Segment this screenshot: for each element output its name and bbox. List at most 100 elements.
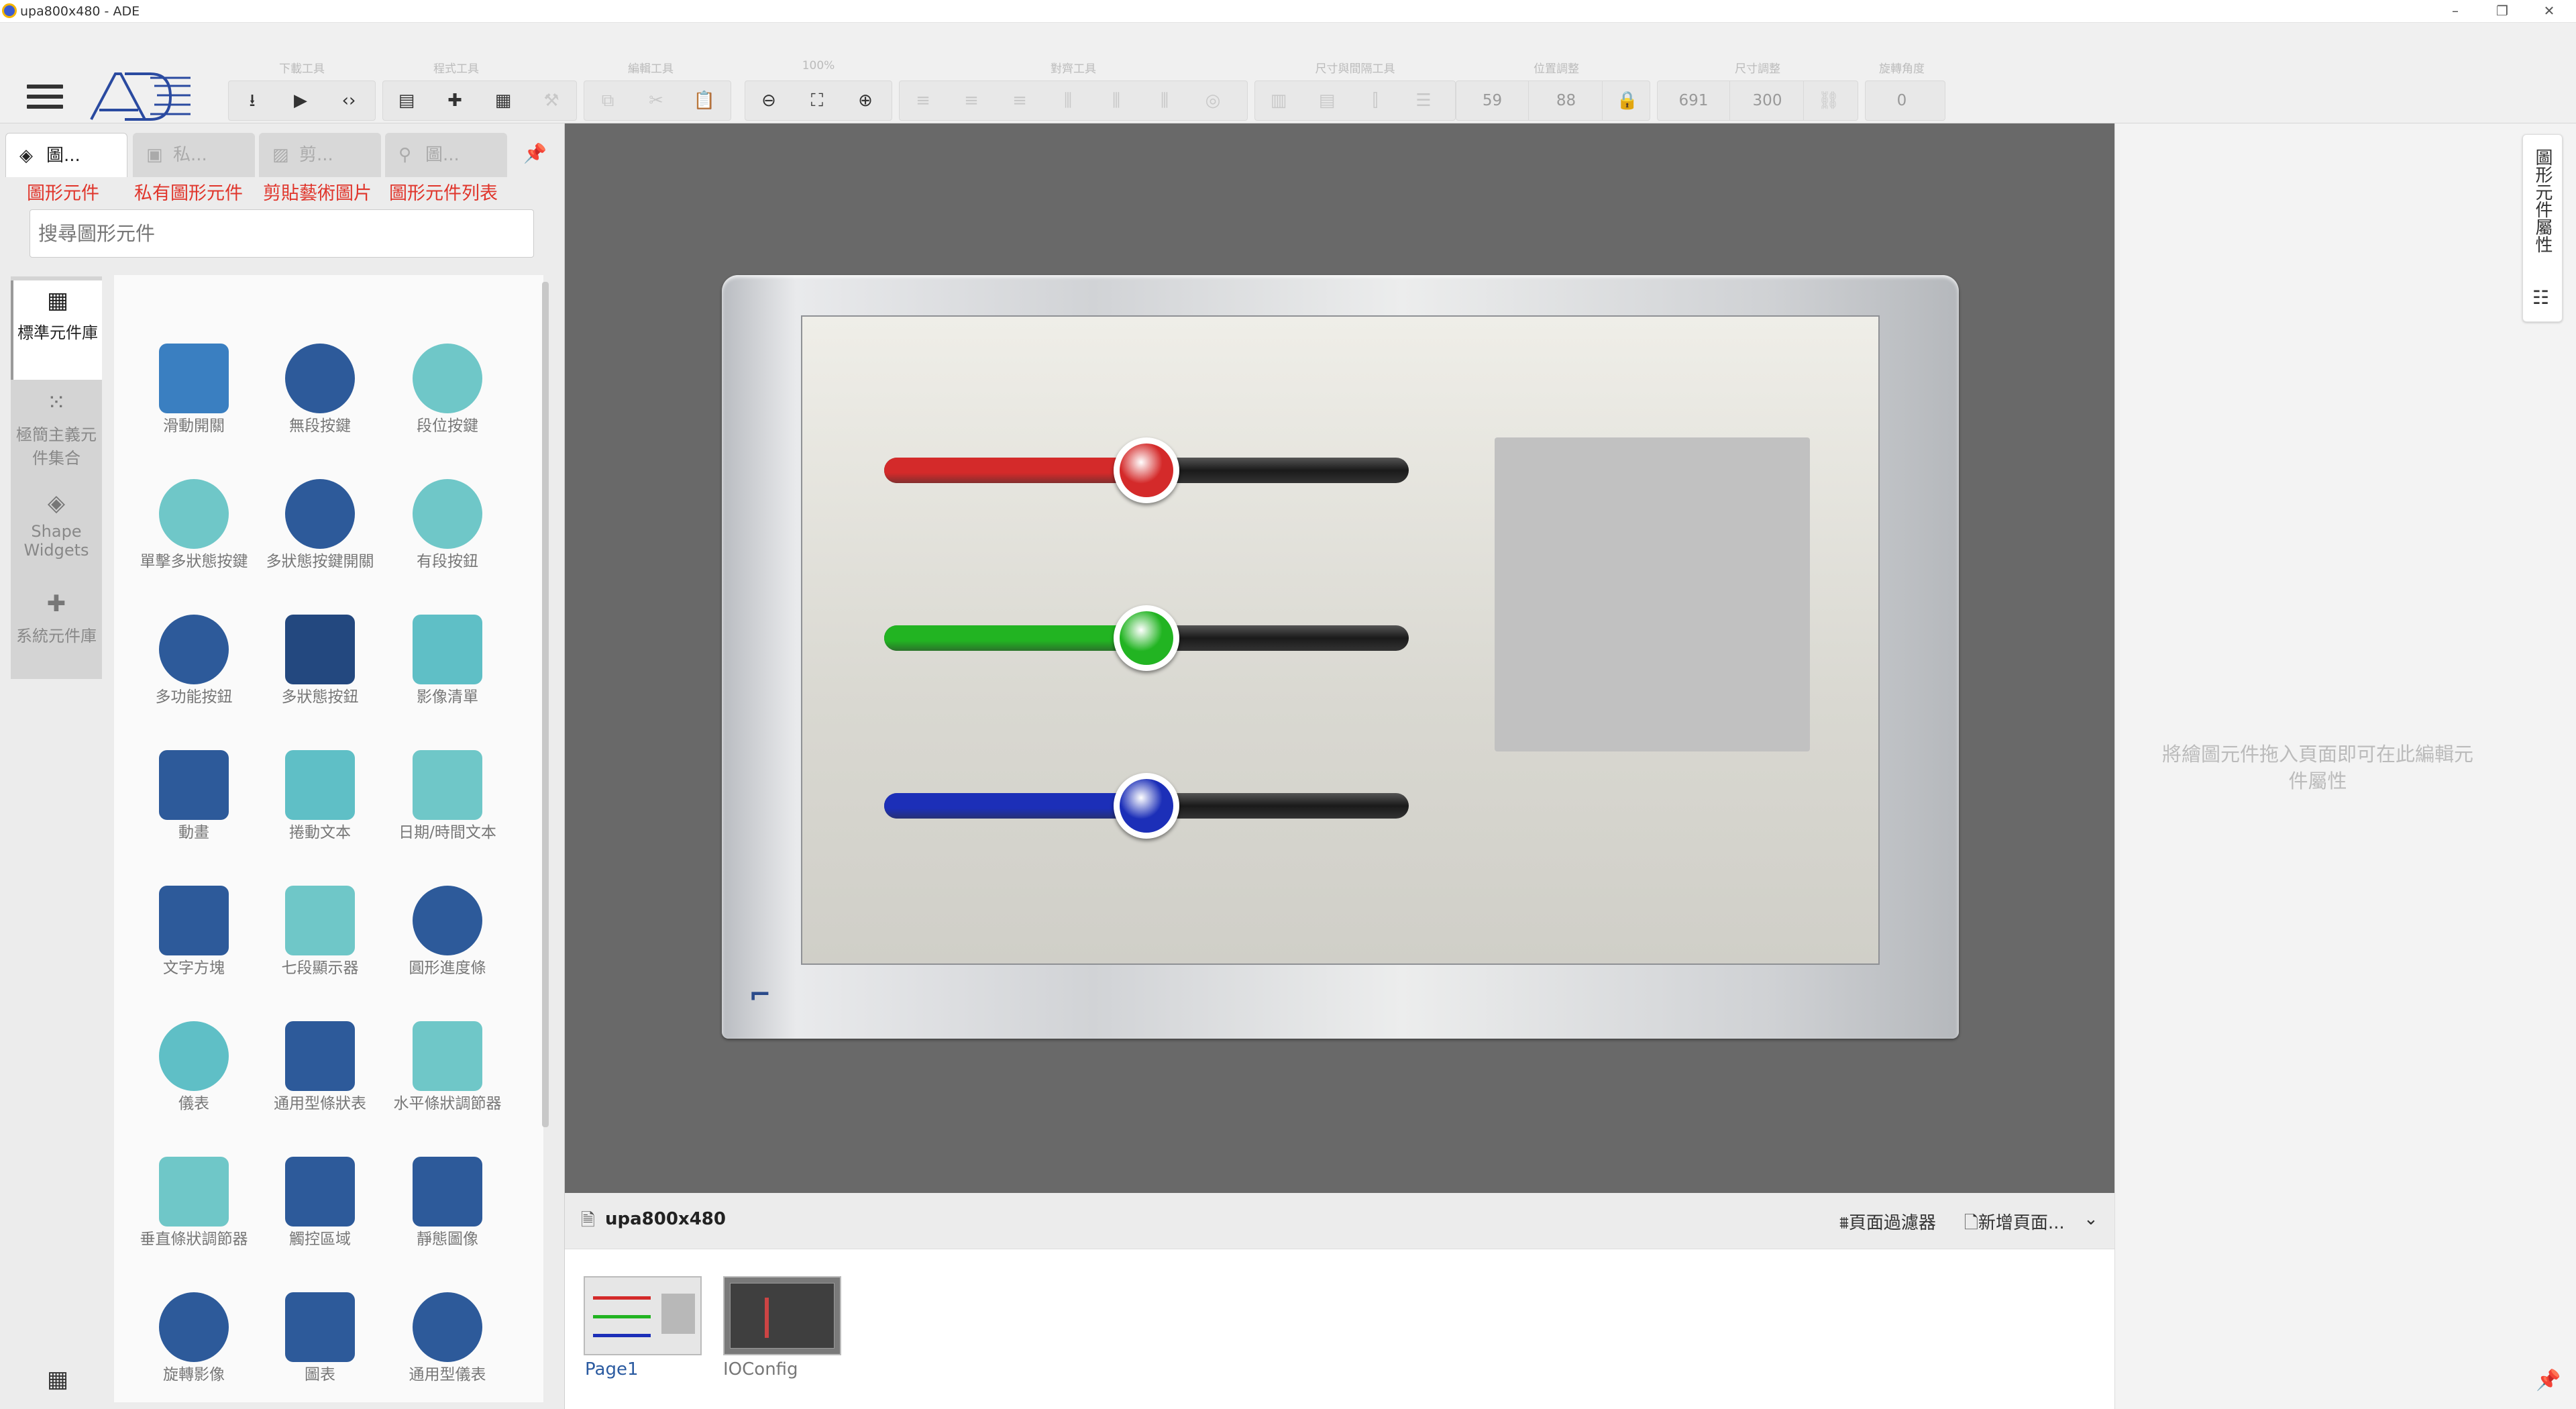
grid-view-icon[interactable]: ▦ xyxy=(47,1366,68,1393)
widget-label: 圓形進度條 xyxy=(409,959,486,977)
widget-tile[interactable]: 無段按鍵 xyxy=(263,344,377,435)
slider-knob[interactable] xyxy=(1114,437,1179,503)
position-y-field[interactable]: 88 xyxy=(1530,81,1603,120)
widget-tile[interactable]: 通用型儀表 xyxy=(390,1292,504,1384)
zoom-tools-group: ⊖ ⛶ ⊕ xyxy=(745,81,892,121)
close-button[interactable]: ✕ xyxy=(2529,0,2569,23)
menu-button[interactable] xyxy=(27,85,63,109)
tab-caption-widgets: 圖形元件 xyxy=(27,183,99,204)
zoom-in-icon[interactable]: ⊕ xyxy=(842,81,889,120)
restore-button[interactable]: ❐ xyxy=(2482,0,2522,23)
align-center-icon[interactable]: ≡ xyxy=(948,81,995,120)
widgets-icon[interactable]: ▦ xyxy=(480,81,527,120)
tab-widgets[interactable]: ◈ 圖... xyxy=(5,133,127,177)
widget-tile[interactable]: 圖表 xyxy=(263,1292,377,1384)
widget-tile[interactable]: 有段按鈕 xyxy=(390,479,504,571)
widget-tile[interactable]: 圓形進度條 xyxy=(390,886,504,978)
widget-scrollbar[interactable] xyxy=(542,282,549,1127)
vertical-spacing-icon[interactable]: ☰ xyxy=(1400,81,1447,120)
copy-icon[interactable]: ⧉ xyxy=(584,81,631,120)
align-middle-icon[interactable]: ⫼ xyxy=(1093,81,1140,120)
paste-icon[interactable]: 📋 xyxy=(681,81,728,120)
widget-label: 七段顯示器 xyxy=(281,959,359,977)
category-standard-library[interactable]: ▦ 標準元件庫 xyxy=(11,280,102,380)
tab-widget-list[interactable]: ⚲ 圖... xyxy=(385,133,507,177)
page-label-page1[interactable]: Page1 xyxy=(585,1359,639,1379)
widget-tile[interactable]: 儀表 xyxy=(137,1021,251,1113)
slider-knob[interactable] xyxy=(1114,773,1179,839)
category-system-library[interactable]: ✚ 系統元件庫 xyxy=(11,584,102,683)
minimize-button[interactable]: – xyxy=(2435,0,2475,23)
download-tools-label: 下載工具 xyxy=(279,62,325,76)
rotate-image-icon xyxy=(159,1292,229,1362)
same-width-icon[interactable]: ▥ xyxy=(1255,81,1302,120)
bottom-pin-icon[interactable]: 📌 xyxy=(2536,1369,2561,1392)
page-thumbnail-page1[interactable] xyxy=(584,1276,702,1355)
rotation-field[interactable]: 0 xyxy=(1866,81,1938,120)
widget-tile[interactable]: 多狀態按鍵開關 xyxy=(263,479,377,571)
widget-tile[interactable]: 靜態圖像 xyxy=(390,1157,504,1249)
pin-icon[interactable]: 📌 xyxy=(523,142,547,164)
category-shape-widgets[interactable]: ◈ Shape Widgets xyxy=(11,483,102,582)
lock-position-icon[interactable]: 🔒 xyxy=(1604,81,1651,120)
tab-private-widgets[interactable]: ▣ 私... xyxy=(133,133,255,177)
puzzle-icon: ✚ xyxy=(46,590,66,617)
widget-tile[interactable]: 影像清單 xyxy=(390,615,504,707)
align-right-icon[interactable]: ≡ xyxy=(996,81,1043,120)
align-top-icon[interactable]: ⫼ xyxy=(1044,81,1091,120)
link-size-icon[interactable]: ⛓ xyxy=(1805,81,1852,120)
widget-tile[interactable]: 捲動文本 xyxy=(263,750,377,842)
widget-tile[interactable]: 旋轉影像 xyxy=(137,1292,251,1384)
new-page-button[interactable]: 🗋新增頁面... xyxy=(1964,1209,2065,1240)
category-minimalist[interactable]: ⁙ 極簡主義元件集合 xyxy=(11,382,102,482)
app-logo-icon xyxy=(2,3,17,18)
widget-tile[interactable]: 段位按鍵 xyxy=(390,344,504,435)
size-width-field[interactable]: 691 xyxy=(1658,81,1730,120)
page-filter-button[interactable]: ⩩頁面過濾器 xyxy=(1839,1209,1936,1234)
widget-tile[interactable]: 滑動開關 xyxy=(137,344,251,435)
fit-screen-icon[interactable]: ⛶ xyxy=(794,81,841,120)
tab-clipart[interactable]: ▨ 剪... xyxy=(259,133,381,177)
page-label-ioconfig[interactable]: IOConfig xyxy=(723,1359,798,1379)
step-button-icon xyxy=(413,344,482,413)
widget-tile[interactable]: 多狀態按鈕 xyxy=(263,615,377,707)
widget-tile[interactable]: 文字方塊 xyxy=(137,886,251,978)
cut-icon[interactable]: ✂ xyxy=(633,81,680,120)
horizontal-spacing-icon[interactable]: ⫿ xyxy=(1352,81,1399,120)
align-bottom-icon[interactable]: ⫼ xyxy=(1141,81,1188,120)
widget-label: 通用型條狀表 xyxy=(274,1095,366,1112)
align-left-icon[interactable]: ≡ xyxy=(900,81,947,120)
slider-knob[interactable] xyxy=(1114,605,1179,671)
size-height-field[interactable]: 300 xyxy=(1731,81,1804,120)
tab-widget-properties[interactable]: 圖形元件屬性 ☷ xyxy=(2522,134,2563,322)
widget-search-input[interactable] xyxy=(30,209,534,258)
widget-tile[interactable]: 通用型條狀表 xyxy=(263,1021,377,1113)
align-center-point-icon[interactable]: ◎ xyxy=(1189,81,1236,120)
memory-icon[interactable]: ▤ xyxy=(383,81,430,120)
widget-label: 旋轉影像 xyxy=(163,1366,225,1384)
wrench-icon[interactable]: ⚒ xyxy=(528,81,575,120)
code-view-icon[interactable]: ‹› xyxy=(325,81,372,120)
plugin-icon[interactable]: ✚ xyxy=(431,81,478,120)
widget-label: 動畫 xyxy=(178,824,209,841)
position-x-field[interactable]: 59 xyxy=(1456,81,1529,120)
widget-tile[interactable]: 單擊多狀態按鍵 xyxy=(137,479,251,571)
image-placeholder[interactable] xyxy=(1495,437,1810,751)
widget-tile[interactable]: 動畫 xyxy=(137,750,251,842)
preview-icon[interactable]: ▶ xyxy=(277,81,324,120)
widget-tile[interactable]: 多功能按鈕 xyxy=(137,615,251,707)
download-icon[interactable]: ⭳ xyxy=(229,81,276,120)
text-box-icon xyxy=(159,886,229,955)
chevron-down-icon[interactable]: ⌄ xyxy=(2084,1209,2098,1229)
widget-library-icon: ▦ xyxy=(46,287,69,314)
multi-state-switch-icon xyxy=(285,479,355,549)
widget-tile[interactable]: 垂直條狀調節器 xyxy=(137,1157,251,1249)
zoom-out-icon[interactable]: ⊖ xyxy=(745,81,792,120)
widget-tile[interactable]: 七段顯示器 xyxy=(263,886,377,978)
widget-tile[interactable]: 觸控區域 xyxy=(263,1157,377,1249)
same-height-icon[interactable]: ▤ xyxy=(1303,81,1350,120)
widget-label: 有段按鈕 xyxy=(417,553,478,570)
widget-tile[interactable]: 日期/時間文本 xyxy=(390,750,504,842)
widget-tile[interactable]: 水平條狀調節器 xyxy=(390,1021,504,1113)
page-thumbnail-ioconfig[interactable] xyxy=(723,1276,841,1355)
